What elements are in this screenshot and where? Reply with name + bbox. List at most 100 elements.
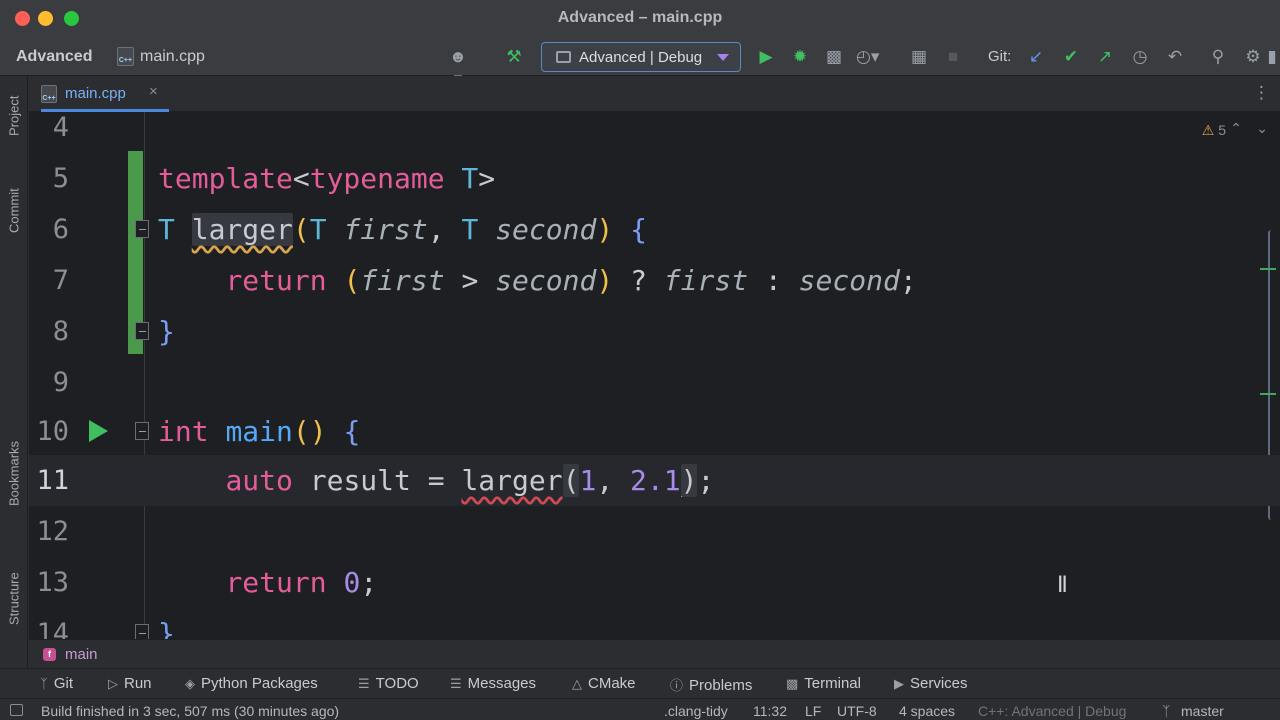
tool-window-todo[interactable]: ☰ TODO — [358, 675, 419, 692]
profile-icon[interactable]: ◴▾ — [856, 46, 879, 68]
commit-tool-button[interactable]: Commit — [0, 181, 28, 241]
tool-window-python-packages[interactable]: ◈ Python Packages — [185, 675, 318, 692]
bookmarks-tool-button[interactable]: Bookmarks — [0, 431, 28, 516]
run-config-selector[interactable]: Advanced | Debug — [541, 42, 741, 72]
code-line: 9 — [29, 357, 1280, 408]
breadcrumb-function[interactable]: main — [65, 646, 98, 663]
tool-window-problems[interactable]: ⓘ Problems — [670, 675, 752, 694]
tool-window-git[interactable]: ᛉ Git — [40, 675, 73, 692]
line-number: 9 — [52, 367, 69, 398]
code-text: return (first > second) ? first : second… — [225, 264, 917, 297]
function-badge-icon: f — [43, 648, 56, 661]
code-line: 4 — [29, 112, 1280, 153]
user-icon[interactable]: ☻▾ — [447, 46, 469, 88]
git-commit-icon[interactable]: ✔ — [1060, 46, 1082, 68]
tab-label: main.cpp — [65, 85, 126, 102]
line-number: 4 — [52, 112, 69, 143]
messages-icon: ☰ — [450, 676, 462, 691]
attach-icon[interactable]: ▦ — [908, 46, 930, 68]
code-line: 14 } — [29, 608, 1280, 639]
status-encoding[interactable]: UTF-8 — [837, 703, 877, 719]
code-text: template<typename T> — [158, 162, 496, 195]
title-bar: Advanced – main.cpp — [0, 0, 1280, 38]
git-push-icon[interactable]: ↗ — [1094, 46, 1116, 68]
tool-window-services[interactable]: ▶ Services — [894, 675, 968, 692]
code-line-current: 11 auto result = larger(1, 2.1); — [29, 455, 1280, 506]
git-update-icon[interactable]: ↙ — [1025, 46, 1047, 68]
debug-bug-icon[interactable]: ✹ — [789, 46, 811, 68]
code-text: int main() { — [158, 415, 361, 448]
tool-window-run[interactable]: ▷ Run — [108, 675, 152, 692]
run-icon[interactable]: ▶ — [755, 46, 777, 68]
git-label: Git: — [988, 48, 1012, 65]
status-branch[interactable]: master — [1181, 703, 1224, 719]
search-icon[interactable]: ⚲ — [1207, 46, 1229, 68]
code-text: auto result = larger(1, 2.1); — [225, 464, 715, 497]
run-gutter-icon[interactable] — [89, 420, 108, 442]
problems-icon: ⓘ — [670, 678, 684, 693]
close-icon[interactable]: × — [149, 83, 158, 100]
history-icon[interactable]: ◷ — [1129, 46, 1151, 68]
line-number: 5 — [52, 163, 69, 194]
coverage-icon[interactable]: ▩ — [823, 46, 845, 68]
tool-windows-bar: ᛉ Git ▷ Run ◈ Python Packages ☰ TODO ☰ Messag… — [0, 668, 1280, 698]
cmake-icon: △ — [572, 676, 582, 691]
fold-toggle-icon[interactable] — [135, 322, 149, 340]
build-hammer-icon[interactable]: ⚒ — [503, 46, 525, 68]
code-text: } — [158, 315, 175, 348]
code-text: T larger(T first, T second) { — [158, 213, 647, 246]
line-number: 11 — [36, 465, 69, 496]
code-line: 13 return 0; — [29, 557, 1280, 608]
branch-icon: ᛉ — [1162, 703, 1171, 719]
code-editor[interactable]: ⚠ 5 ⌃ ⌄ 4 5 template<typename T> 6 T lar… — [29, 112, 1280, 639]
mouse-ibeam-cursor-icon: Ⅱ — [1057, 572, 1068, 597]
terminal-icon: ▩ — [786, 676, 799, 691]
fold-toggle-icon[interactable] — [135, 220, 149, 238]
code-line: 10 int main() { — [29, 406, 1280, 457]
more-vertical-icon[interactable]: ⋮ — [1253, 83, 1270, 103]
code-line: 6 T larger(T first, T second) { — [29, 204, 1280, 255]
run-config-label: Advanced | Debug — [579, 49, 703, 66]
project-tool-button[interactable]: Project — [0, 86, 28, 146]
left-tool-strip: Project Commit Bookmarks Structure — [0, 76, 28, 668]
status-message[interactable]: Build finished in 3 sec, 507 ms (30 minu… — [41, 703, 339, 719]
code-line: 8 } — [29, 306, 1280, 357]
code-text: } — [158, 617, 175, 639]
todo-icon: ☰ — [358, 676, 370, 691]
code-text: return 0; — [225, 566, 378, 599]
status-line-endings[interactable]: LF — [805, 703, 821, 719]
line-number: 12 — [36, 516, 69, 547]
stop-icon[interactable]: ■ — [942, 46, 964, 68]
editor-tab-bar: C++ main.cpp × ⋮ — [29, 76, 1280, 112]
cpp-file-icon: C++ — [117, 47, 134, 66]
services-icon: ▶ — [894, 676, 904, 691]
line-number: 7 — [52, 265, 69, 296]
line-number: 10 — [36, 416, 69, 447]
config-window-icon — [556, 51, 571, 63]
chevron-down-icon — [717, 54, 729, 61]
tool-window-cmake[interactable]: △ CMake — [572, 675, 636, 692]
breadcrumb-file[interactable]: main.cpp — [140, 48, 205, 66]
status-indent[interactable]: 4 spaces — [899, 703, 955, 719]
tool-window-messages[interactable]: ☰ Messages — [450, 675, 536, 692]
fold-toggle-icon[interactable] — [135, 422, 149, 440]
status-context[interactable]: C++: Advanced | Debug — [978, 703, 1126, 719]
status-clang-tidy[interactable]: .clang-tidy — [664, 703, 728, 719]
tool-window-terminal[interactable]: ▩ Terminal — [786, 675, 861, 692]
breadcrumb-project[interactable]: Advanced — [16, 48, 92, 66]
structure-tool-button[interactable]: Structure — [0, 561, 28, 636]
fold-toggle-icon[interactable] — [135, 624, 149, 639]
line-number: 8 — [52, 316, 69, 347]
status-caret-position[interactable]: 11:32 — [753, 703, 787, 719]
toggle-tool-windows-icon[interactable] — [10, 704, 23, 716]
line-number: 6 — [52, 214, 69, 245]
code-line: 12 — [29, 506, 1280, 557]
gear-icon[interactable]: ⚙ — [1242, 46, 1264, 68]
rollback-icon[interactable]: ↶ — [1164, 46, 1186, 68]
more-toolbar-icon[interactable]: ▮ — [1266, 46, 1278, 68]
packages-icon: ◈ — [185, 676, 195, 691]
code-line: 7 return (first > second) ? first : seco… — [29, 255, 1280, 306]
main-toolbar: Advanced C++ main.cpp ☻▾ ⚒ Advanced | De… — [0, 38, 1280, 88]
window-title: Advanced – main.cpp — [557, 9, 723, 26]
tab-main-cpp[interactable]: C++ main.cpp × — [41, 76, 169, 112]
